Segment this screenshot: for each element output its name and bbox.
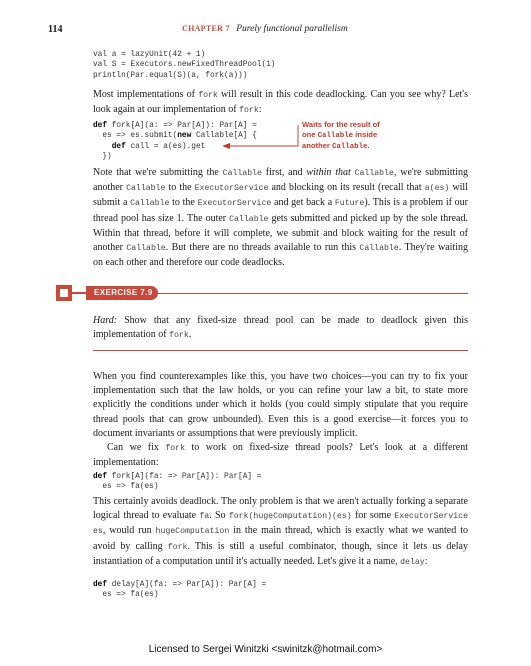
text: to the [169, 197, 198, 209]
inline-code: Callable [229, 214, 269, 224]
code-block-deadlock-example: val a = lazyUnit(42 + 1) val S = Executo… [93, 50, 275, 81]
inline-code: Callable [331, 143, 368, 152]
inline-code: Callable [126, 244, 166, 254]
code-block-fork-alt: def fork[A](fa: => Par[A]): Par[A] = es … [93, 472, 261, 493]
paragraph-deadlock-explanation: Note that we're submitting the Callable … [93, 166, 468, 270]
code-text: es => es.submit( [93, 132, 178, 141]
text: another [302, 141, 332, 151]
code-text: fork[A](a: => Par[A]): Par[A] = [107, 122, 257, 130]
inline-code: Callable [126, 184, 166, 194]
code-block-fork-impl: def fork[A](a: => Par[A]): Par[A] = es =… [93, 121, 257, 162]
code-text: Callable[A] { [191, 132, 257, 141]
keyword: def [93, 581, 108, 589]
paragraph-fix-fork: Can we fix fork to work on fixed-size th… [93, 441, 468, 470]
inline-code: Callable [222, 169, 262, 178]
exercise-bottom-rule [93, 350, 468, 351]
text: : [258, 104, 262, 116]
chapter-label: CHAPTER 7 [182, 24, 230, 33]
inline-code: fork [169, 331, 189, 341]
code-line: def delay[A](fa: => Par[A]): Par[A] = [93, 581, 266, 589]
inline-code: fork(hugeComputation)(es) [228, 512, 352, 522]
difficulty-label: Hard: [93, 315, 118, 326]
code-text: fork[A](fa: => Par[A]): Par[A] = [107, 473, 262, 481]
inline-code: ExecutorService [197, 199, 272, 209]
text: . But there are no threads available to … [165, 242, 360, 254]
chapter-heading: CHAPTER 7 Purely functional parallelism [182, 24, 348, 34]
annotation-line: one Callable inside [302, 130, 482, 141]
keyword: def [111, 142, 126, 151]
text: . [367, 141, 370, 151]
code-line: def fork[A](a: => Par[A]): Par[A] = [93, 122, 257, 130]
paragraph-counterexamples: When you find counterexamples like this,… [93, 371, 468, 439]
paragraph-deadlock-intro: Most implementations of fork will result… [93, 88, 468, 118]
exercise-marker-inner [60, 289, 68, 297]
code-annotation: Waits for the result of one Callable ins… [302, 120, 482, 153]
text: one [302, 130, 318, 140]
code-line: es => fa(es) [93, 483, 159, 492]
paragraph-delay: This certainly avoids deadlock. The only… [93, 495, 468, 570]
inline-code: Callable [354, 169, 394, 178]
code-line: es => fa(es) [93, 591, 159, 600]
page-number: 114 [48, 24, 63, 35]
code-line: es => es.submit(new Callable[A] { [93, 132, 257, 141]
code-text: call = a(es).get [125, 142, 206, 151]
code-line: println(Par.equal(S)(a, fork(a))) [93, 71, 248, 80]
keyword: def [93, 122, 108, 130]
exercise-connector [72, 292, 86, 294]
code-line: def fork[A](fa: => Par[A]): Par[A] = [93, 473, 261, 481]
license-footer: Licensed to Sergei Winitzki <swinitzk@ho… [148, 644, 383, 655]
keyword: def [93, 473, 108, 481]
code-text: delay[A](fa: => Par[A]): Par[A] = [107, 581, 267, 589]
inline-code: hugeComputation [155, 527, 230, 537]
text: and blocking on its result (recall that [268, 182, 425, 194]
inline-code: delay [400, 557, 425, 567]
text: for some [351, 510, 395, 522]
inline-code: Callable [130, 199, 170, 209]
page-header: 114 CHAPTER 7 Purely functional parallel… [48, 24, 478, 40]
text: Show that any fixed-size thread pool can… [93, 315, 468, 341]
code-block-delay: def delay[A](fa: => Par[A]): Par[A] = es… [93, 580, 266, 601]
exercise-text: Hard: Show that any fixed-size thread po… [93, 314, 468, 343]
inline-code: fork [167, 542, 188, 552]
inline-code: fork [165, 444, 186, 453]
exercise-marker-icon [56, 285, 72, 301]
text: Note that we're submitting the [93, 167, 223, 178]
text: first, and [261, 167, 307, 178]
inline-code: ExecutorService [194, 184, 269, 194]
inline-code: a(es) [424, 184, 450, 194]
text: to the [165, 182, 195, 194]
text: : [424, 555, 428, 567]
chapter-title: Purely functional parallelism [236, 24, 348, 34]
text: inside [353, 130, 378, 140]
code-line: def call = a(es).get [93, 142, 206, 151]
text: Most implementations of [93, 89, 199, 100]
inline-code: Future [334, 199, 365, 209]
keyword: new [177, 132, 192, 141]
text: and get back a [271, 197, 335, 209]
code-line: }) [93, 152, 112, 161]
inline-code: fa [199, 512, 210, 522]
code-line: val a = lazyUnit(42 + 1) [93, 51, 206, 59]
code-line: val S = Executors.newFixedThreadPool(1) [93, 61, 276, 70]
annotation-line: another Callable. [302, 141, 482, 152]
inline-code: Callable [317, 132, 354, 141]
text: Can we fix [107, 442, 166, 453]
inline-code: fork [198, 91, 218, 100]
inline-code: Callable [359, 244, 399, 254]
inline-code: fork [239, 106, 259, 116]
emphasis: within that [306, 167, 351, 178]
text: . [188, 329, 192, 341]
text: , would run [102, 525, 156, 537]
annotation-line: Waits for the result of [302, 120, 380, 129]
exercise-badge: EXERCISE 7.9 [86, 286, 158, 300]
text: . So [209, 510, 229, 522]
